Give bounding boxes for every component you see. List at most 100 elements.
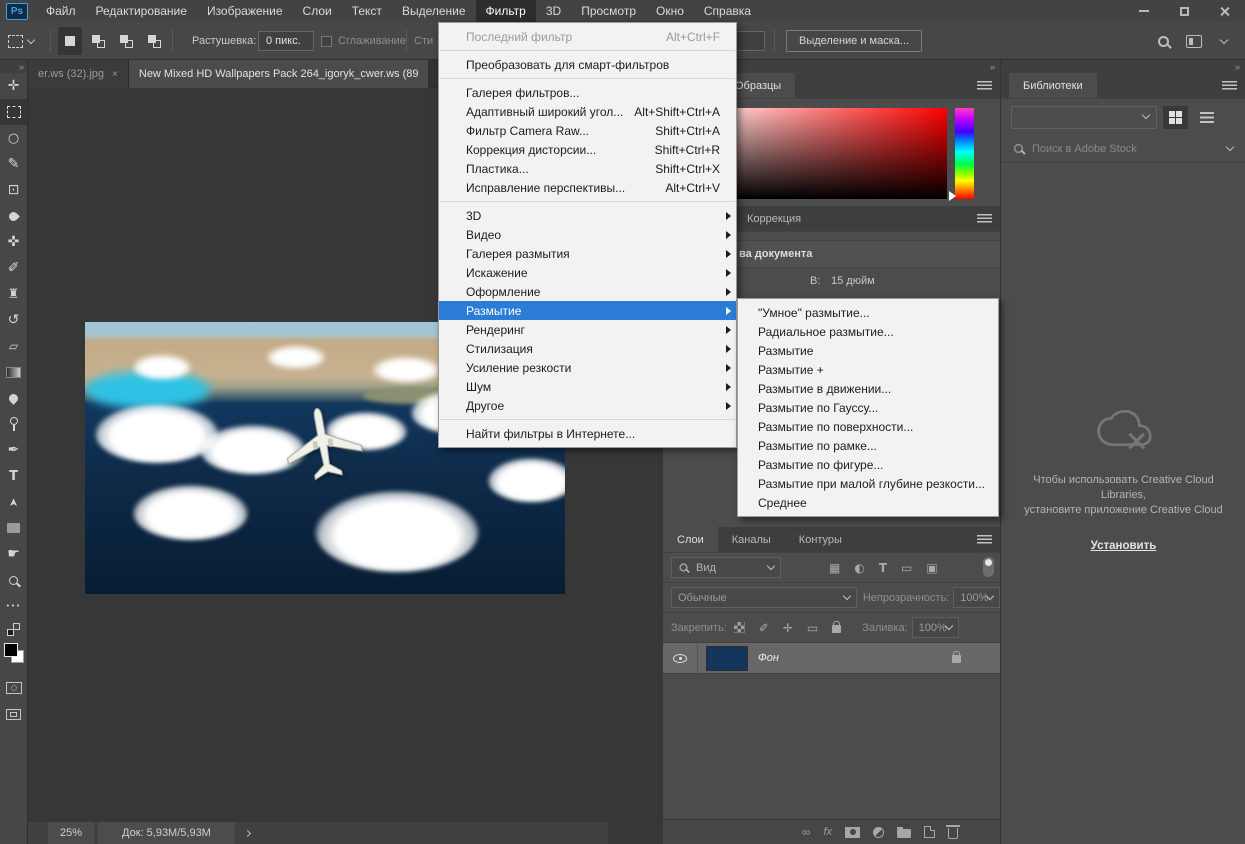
library-select[interactable] xyxy=(1011,105,1157,129)
subtract-from-selection-button[interactable] xyxy=(114,27,138,55)
panel-menu-icon[interactable] xyxy=(977,535,992,545)
filter-type-layers-icon[interactable] xyxy=(879,561,887,575)
new-layer-icon[interactable] xyxy=(924,826,935,838)
blur-submenu-item[interactable]: "Умное" размытие... xyxy=(738,303,998,322)
filter-menu-item[interactable]: Другое xyxy=(439,396,736,415)
hue-strip[interactable] xyxy=(955,108,974,199)
layer-filtering-toggle[interactable] xyxy=(983,557,994,577)
blur-submenu-item[interactable]: Размытие по рамке... xyxy=(738,436,998,455)
blend-mode-select[interactable]: Обычные xyxy=(671,587,857,608)
zoom-tool[interactable] xyxy=(0,567,27,593)
filter-menu-item[interactable]: Видео xyxy=(439,225,736,244)
workspace-chevron-icon[interactable] xyxy=(1216,22,1229,60)
checkbox-icon[interactable] xyxy=(321,35,332,47)
rectangle-shape-tool[interactable] xyxy=(0,515,27,541)
layers-tab[interactable]: Слои xyxy=(663,527,718,552)
tab-adjustments[interactable]: Коррекция xyxy=(733,206,815,231)
intersect-selection-button[interactable] xyxy=(142,27,166,55)
toolbar-collapse-icon[interactable]: » xyxy=(0,60,27,73)
blur-submenu-item[interactable]: Среднее xyxy=(738,493,998,512)
install-link[interactable]: Установить xyxy=(1091,540,1157,552)
lock-position-icon[interactable]: ✛ xyxy=(783,621,793,635)
blur-submenu-item[interactable]: Размытие по Гауссу... xyxy=(738,398,998,417)
layers-tab[interactable]: Контуры xyxy=(785,527,856,552)
adjustment-layer-icon[interactable] xyxy=(873,826,884,838)
adobe-stock-search[interactable]: Поиск в Adobe Stock xyxy=(1001,135,1245,163)
foreground-background-swatches[interactable] xyxy=(0,639,27,667)
list-view-button[interactable] xyxy=(1194,106,1219,129)
menubar-item[interactable]: Текст xyxy=(342,0,392,22)
move-tool[interactable] xyxy=(0,73,27,99)
menubar-item[interactable]: Просмотр xyxy=(571,0,646,22)
gradient-tool[interactable] xyxy=(0,359,27,385)
blur-submenu-item[interactable]: Размытие по поверхности... xyxy=(738,417,998,436)
menubar-item[interactable]: Фильтр xyxy=(475,0,536,22)
document-tab[interactable]: er.ws (32).jpg × xyxy=(28,60,129,88)
lock-all-icon[interactable] xyxy=(832,621,842,633)
filter-menu-item[interactable]: Стилизация xyxy=(439,339,736,358)
filter-smart-objects-icon[interactable] xyxy=(926,561,937,575)
filter-menu-item[interactable]: 3D xyxy=(439,206,736,225)
menubar-item[interactable]: 3D xyxy=(536,0,571,22)
filter-menu-item[interactable]: Пластика... Shift+Ctrl+X xyxy=(439,159,736,178)
add-layer-mask-icon[interactable] xyxy=(845,826,860,838)
lasso-tool[interactable] xyxy=(0,125,27,151)
menubar-item[interactable]: Справка xyxy=(694,0,761,22)
lock-paint-icon[interactable]: ✐ xyxy=(759,621,769,635)
foreground-color-swatch[interactable] xyxy=(3,643,18,657)
eraser-tool[interactable] xyxy=(0,333,27,359)
layers-tab[interactable]: Каналы xyxy=(718,527,785,552)
blur-submenu-item[interactable]: Размытие в движении... xyxy=(738,379,998,398)
grid-view-button[interactable] xyxy=(1163,105,1188,129)
new-selection-button[interactable] xyxy=(58,27,82,55)
antialias-control[interactable]: Сглаживание xyxy=(321,22,406,60)
close-icon[interactable] xyxy=(1211,3,1237,19)
document-size-info[interactable]: Док: 5,93М/5,93М xyxy=(98,822,235,844)
menubar-item[interactable]: Слои xyxy=(293,0,342,22)
brush-tool[interactable] xyxy=(0,255,27,281)
layer-row-background[interactable]: Фон xyxy=(663,642,1000,674)
maximize-icon[interactable] xyxy=(1171,3,1197,19)
select-and-mask-button[interactable]: Выделение и маска... xyxy=(786,30,923,52)
filter-menu-item[interactable]: Фильтр Camera Raw... Shift+Ctrl+A xyxy=(439,121,736,140)
link-layers-icon[interactable] xyxy=(802,825,811,839)
lock-transparency-icon[interactable] xyxy=(733,622,745,633)
filter-menu-item[interactable]: Искажение xyxy=(439,263,736,282)
blur-submenu-item[interactable]: Размытие xyxy=(738,341,998,360)
filter-menu-item[interactable]: Галерея размытия xyxy=(439,244,736,263)
feather-input[interactable]: 0 пикс. xyxy=(258,31,314,51)
layer-name[interactable]: Фон xyxy=(758,652,779,664)
filter-menu-item[interactable]: Преобразовать для смарт-фильтров xyxy=(439,55,736,74)
spot-healing-tool[interactable] xyxy=(0,229,27,255)
filter-menu-item[interactable]: Последний фильтр Alt+Ctrl+F xyxy=(439,27,736,46)
opacity-select[interactable]: 100% xyxy=(953,587,1000,608)
path-selection-tool[interactable] xyxy=(0,489,27,515)
eyedropper-tool[interactable] xyxy=(0,203,27,229)
layer-style-fx-icon[interactable] xyxy=(823,826,832,838)
rectangular-marquee-tool[interactable] xyxy=(0,99,27,125)
search-icon[interactable] xyxy=(1158,22,1169,60)
quick-mask-button[interactable] xyxy=(0,675,27,701)
filter-pixel-layers-icon[interactable] xyxy=(829,561,840,575)
filter-adjustment-layers-icon[interactable] xyxy=(854,561,864,575)
tab-libraries[interactable]: Библиотеки xyxy=(1009,73,1097,98)
panel-menu-icon[interactable] xyxy=(1222,81,1237,91)
filter-menu-item[interactable]: Адаптивный широкий угол... Alt+Shift+Ctr… xyxy=(439,102,736,121)
filter-menu-item[interactable]: Найти фильтры в Интернете... xyxy=(439,424,736,443)
add-to-selection-button[interactable] xyxy=(86,27,110,55)
blur-submenu-item[interactable]: Размытие по фигуре... xyxy=(738,455,998,474)
history-brush-tool[interactable] xyxy=(0,307,27,333)
menubar-item[interactable]: Изображение xyxy=(197,0,293,22)
dock-collapse-icon[interactable]: » xyxy=(1001,60,1245,73)
lock-artboard-icon[interactable]: ▭ xyxy=(807,621,818,635)
layer-visibility-eye-icon[interactable] xyxy=(673,653,687,663)
filter-shape-layers-icon[interactable] xyxy=(901,561,912,575)
clone-stamp-tool[interactable] xyxy=(0,281,27,307)
blur-submenu-item[interactable]: Радиальное размытие... xyxy=(738,322,998,341)
blur-submenu-item[interactable]: Размытие + xyxy=(738,360,998,379)
filter-menu-item[interactable]: Шум xyxy=(439,377,736,396)
quick-selection-tool[interactable] xyxy=(0,151,27,177)
panel-menu-icon[interactable] xyxy=(977,214,992,224)
blur-tool[interactable] xyxy=(0,385,27,411)
menubar-item[interactable]: Выделение xyxy=(392,0,476,22)
